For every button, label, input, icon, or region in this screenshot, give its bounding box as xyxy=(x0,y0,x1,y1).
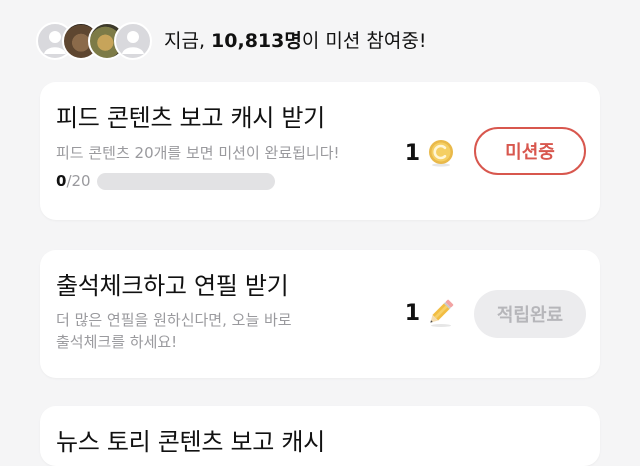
reward-amount: 1 xyxy=(404,300,420,326)
participation-header: 지금, 10,813명이 미션 참여중! xyxy=(36,18,426,64)
reward-amount: 1 xyxy=(404,140,420,166)
mission-title: 출석체크하고 연필 받기 xyxy=(56,272,289,300)
participation-text: 지금, 10,813명이 미션 참여중! xyxy=(164,18,426,64)
participation-prefix: 지금, xyxy=(164,30,212,52)
progress-total: /20 xyxy=(66,172,91,190)
pencil-icon xyxy=(430,299,454,327)
mission-description: 피드 콘텐츠 20개를 보면 미션이 완료됩니다! xyxy=(56,144,340,162)
participation-suffix: 이 미션 참여중! xyxy=(301,30,427,52)
mission-progress: 0/20 xyxy=(56,172,275,190)
completed-button[interactable]: 적립완료 xyxy=(474,290,586,338)
mission-description: 더 많은 연필을 원하신다면, 오늘 바로 출석체크를 하세요! xyxy=(56,311,292,351)
mission-reward: 1 xyxy=(405,298,456,328)
mission-reward: 1 xyxy=(405,138,456,168)
participant-count: 10,813명 xyxy=(211,30,302,52)
mission-card[interactable]: 피드 콘텐츠 보고 캐시 받기 피드 콘텐츠 20개를 보면 미션이 완료됩니다… xyxy=(40,82,600,220)
progress-current: 0 xyxy=(56,172,67,190)
progress-bar xyxy=(96,172,275,190)
participant-avatars xyxy=(36,22,152,60)
mission-title: 피드 콘텐츠 보고 캐시 받기 xyxy=(56,104,325,132)
mission-title: 뉴스 토리 콘텐츠 보고 캐시 xyxy=(56,428,325,456)
mission-in-progress-button[interactable]: 미션중 xyxy=(474,127,586,175)
mission-card[interactable]: 출석체크하고 연필 받기 더 많은 연필을 원하신다면, 오늘 바로 출석체크를… xyxy=(40,250,600,378)
mission-card[interactable]: 뉴스 토리 콘텐츠 보고 캐시 xyxy=(40,406,600,466)
default-avatar-icon xyxy=(114,22,152,60)
coin-icon xyxy=(429,140,453,167)
